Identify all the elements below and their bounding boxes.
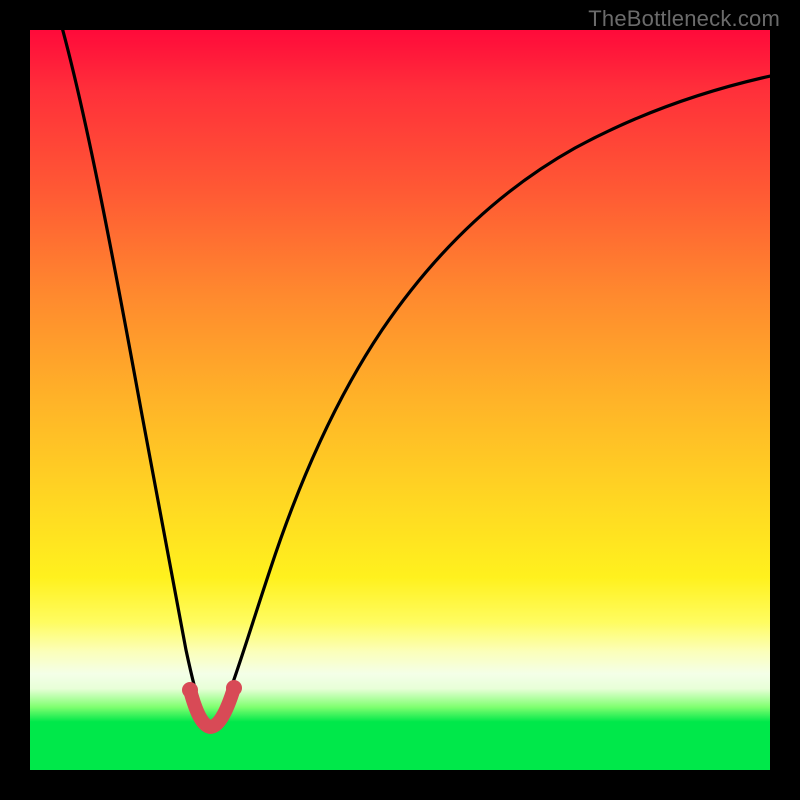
bottleneck-curve: [60, 30, 770, 723]
trough-marker-right: [226, 680, 242, 696]
chart-frame: TheBottleneck.com: [0, 0, 800, 800]
plot-area: [30, 30, 770, 770]
trough-marker-left: [182, 682, 198, 698]
curve-layer: [30, 30, 770, 770]
watermark-text: TheBottleneck.com: [588, 6, 780, 32]
